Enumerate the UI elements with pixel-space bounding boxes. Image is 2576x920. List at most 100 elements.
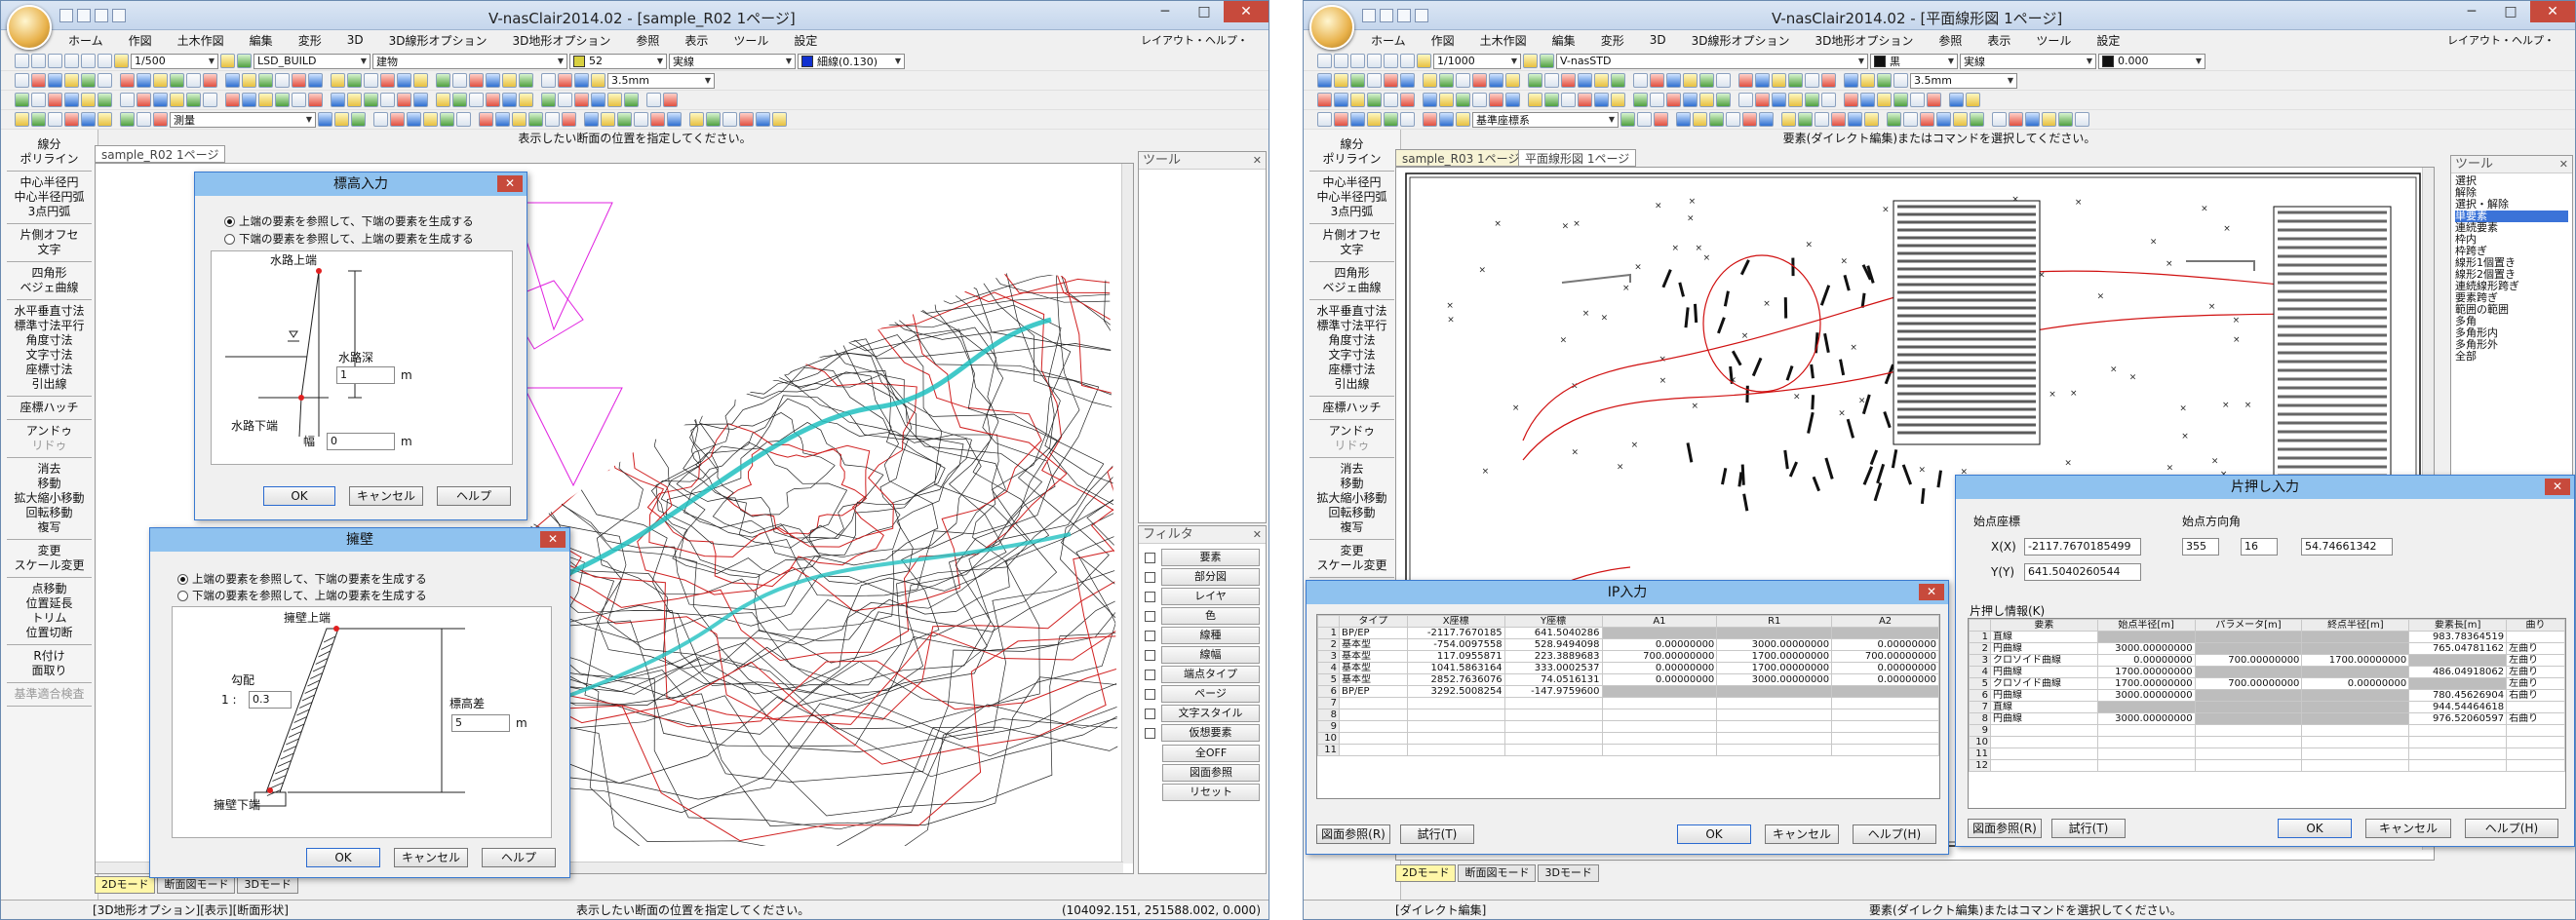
ribbon-tab-11[interactable]: 設定 — [781, 32, 830, 49]
toolbar-tool-icon[interactable] — [1683, 93, 1698, 107]
toolbar-tool-icon[interactable] — [2042, 112, 2056, 127]
cancel-button[interactable]: キャンセル — [1765, 824, 1839, 844]
table-cell[interactable] — [2194, 701, 2303, 713]
ribbon-tab-10[interactable]: ツール — [2023, 32, 2084, 49]
toolbar-tool-icon[interactable] — [562, 112, 576, 127]
command-4-3[interactable]: 文字寸法 — [1, 348, 98, 363]
toolbar-tool-icon[interactable] — [120, 112, 135, 127]
toolbar-tool-icon[interactable] — [1666, 93, 1681, 107]
filter-checkbox[interactable] — [1145, 630, 1155, 641]
layout-help-menu[interactable]: レイアウト・ヘルプ・ — [2435, 32, 2567, 48]
toolbar-tool-icon[interactable] — [331, 93, 345, 107]
ok-button[interactable]: OK — [1677, 824, 1751, 844]
toolbar-tool-icon[interactable] — [486, 93, 500, 107]
toolbar-tool-icon[interactable] — [308, 73, 323, 88]
toolbar-tool-icon[interactable] — [64, 112, 79, 127]
table-cell[interactable]: 1700.00000000 — [2301, 654, 2410, 667]
open-icon[interactable] — [31, 54, 46, 68]
toolbar-tool-icon[interactable] — [1966, 93, 1980, 107]
table-cell[interactable]: 700.00000000 — [1601, 650, 1718, 663]
ribbon-tab-3[interactable]: 編集 — [237, 32, 286, 49]
table-cell[interactable] — [1716, 697, 1833, 709]
command-9-2[interactable]: トリム — [1, 611, 98, 626]
toolbar-tool-icon[interactable] — [1633, 93, 1648, 107]
table-cell[interactable] — [2301, 631, 2410, 643]
ribbon-tab-6[interactable]: 3D線形オプション — [1679, 32, 1803, 49]
table-row[interactable]: 10 — [1317, 732, 1939, 745]
filter-checkbox[interactable] — [1145, 708, 1155, 719]
color-select[interactable]: 52 ▼ — [569, 53, 667, 69]
table-cell[interactable]: 3000.00000000 — [1716, 673, 1833, 686]
table-cell[interactable]: 780.4562690​4 — [2408, 689, 2508, 702]
table-cell[interactable] — [2096, 701, 2196, 713]
toolbar-tool-icon[interactable] — [1887, 112, 1901, 127]
table-cell[interactable] — [2301, 712, 2410, 725]
ribbon-tab-4[interactable]: 変形 — [286, 32, 334, 49]
table-row[interactable]: 4 基本型 1041.5863164 333.0002537 0.00000000 170… — [1317, 662, 1939, 674]
toolbar-tool-icon[interactable] — [258, 73, 273, 88]
table-cell[interactable] — [2194, 724, 2303, 737]
layer-select[interactable]: LSD_BUILD ▼ — [254, 53, 371, 69]
toolbar-tool-icon[interactable] — [1821, 93, 1836, 107]
table-cell[interactable] — [1716, 685, 1833, 698]
command-2-1[interactable]: 文字 — [1304, 243, 1400, 257]
toolbar-tool-icon[interactable] — [98, 112, 112, 127]
toolbar-tool-icon[interactable] — [1781, 112, 1796, 127]
command-7-3[interactable]: 回転移動 — [1, 506, 98, 520]
ribbon-tab-6[interactable]: 3D線形オプション — [376, 32, 500, 49]
toolbar-tool-icon[interactable] — [1561, 73, 1576, 88]
toolbar-tool-icon[interactable] — [1472, 93, 1487, 107]
toolbar-tool-icon[interactable] — [186, 73, 201, 88]
command-4-1[interactable]: 標準寸法平行 — [1, 319, 98, 333]
toolbar-tool-icon[interactable] — [170, 73, 184, 88]
toolbar-tool-icon[interactable] — [1893, 93, 1908, 107]
table-cell[interactable] — [1989, 724, 2098, 737]
toolbar-tool-icon[interactable] — [81, 112, 96, 127]
close-button[interactable]: ✕ — [1224, 1, 1268, 22]
table-cell[interactable]: 641.5040286 — [1503, 627, 1603, 639]
toolbar-tool-icon[interactable] — [1423, 73, 1437, 88]
toolbar-tool-icon[interactable] — [1456, 73, 1470, 88]
toolbar-tool-icon[interactable] — [81, 73, 96, 88]
command-4-0[interactable]: 水平垂直寸法 — [1304, 304, 1400, 319]
filter-button[interactable]: レイヤ — [1161, 588, 1260, 605]
radio-top-reference[interactable]: 上端の要素を参照して、下端の要素を生成する — [224, 213, 474, 229]
paste-icon[interactable] — [98, 54, 112, 68]
toolbar-tool-icon[interactable] — [1772, 93, 1786, 107]
table-cell[interactable]: 円曲線 — [1989, 642, 2098, 655]
toolbar-tool-icon[interactable] — [98, 73, 112, 88]
command-4-5[interactable]: 引出線 — [1304, 377, 1400, 392]
table-cell[interactable]: -2117.7670185 — [1406, 627, 1505, 639]
table-cell[interactable]: 765.0478116​2 — [2408, 642, 2508, 655]
help-button[interactable]: ヘルプ — [482, 848, 556, 867]
toolbar-tool-icon[interactable] — [292, 93, 306, 107]
command-2-0[interactable]: 片側オフセ — [1304, 228, 1400, 243]
table-cell[interactable]: 333.0002537 — [1503, 662, 1603, 674]
toolbar-tool-icon[interactable] — [1423, 112, 1437, 127]
table-cell[interactable] — [2506, 759, 2565, 772]
panel-close-icon[interactable]: ✕ — [2559, 156, 2568, 173]
table-cell[interactable]: BP/EP — [1338, 685, 1408, 698]
toolbar-tool-icon[interactable] — [495, 112, 510, 127]
table-row[interactable]: 6 BP/EP 3292.5008254 -147.9759600 — [1317, 685, 1939, 698]
table-cell[interactable]: 0.00000000 — [1601, 638, 1718, 651]
table-cell[interactable]: 700.00000000 — [2194, 654, 2303, 667]
toolbar-tool-icon[interactable] — [1726, 112, 1740, 127]
lineweight-select[interactable]: 細線(0.130) ▼ — [798, 53, 905, 69]
filter-checkbox[interactable] — [1145, 727, 1155, 739]
filter-checkbox[interactable] — [1145, 591, 1155, 602]
copy-icon[interactable] — [81, 54, 96, 68]
linetype-select[interactable]: 実線 ▼ — [1960, 53, 2096, 69]
toolbar-tool-icon[interactable] — [1788, 73, 1803, 88]
table-cell[interactable] — [1406, 697, 1505, 709]
panel-close-icon[interactable]: ✕ — [1253, 152, 1262, 170]
table-row[interactable]: 5 クロソイド曲線 1700.00000000 700.00000000 0.00000… — [1969, 677, 2565, 690]
table-cell[interactable] — [2408, 748, 2508, 760]
paste-icon[interactable] — [1400, 54, 1415, 68]
table-cell[interactable] — [1831, 744, 1939, 756]
toolbar-tool-icon[interactable] — [1903, 112, 1918, 127]
toolbar-tool-icon[interactable] — [1992, 112, 2007, 127]
table-cell[interactable]: 1700.00000000 — [1716, 662, 1833, 674]
toolbar-tool-icon[interactable] — [1821, 73, 1836, 88]
command-8-1[interactable]: スケール変更 — [1304, 558, 1400, 573]
